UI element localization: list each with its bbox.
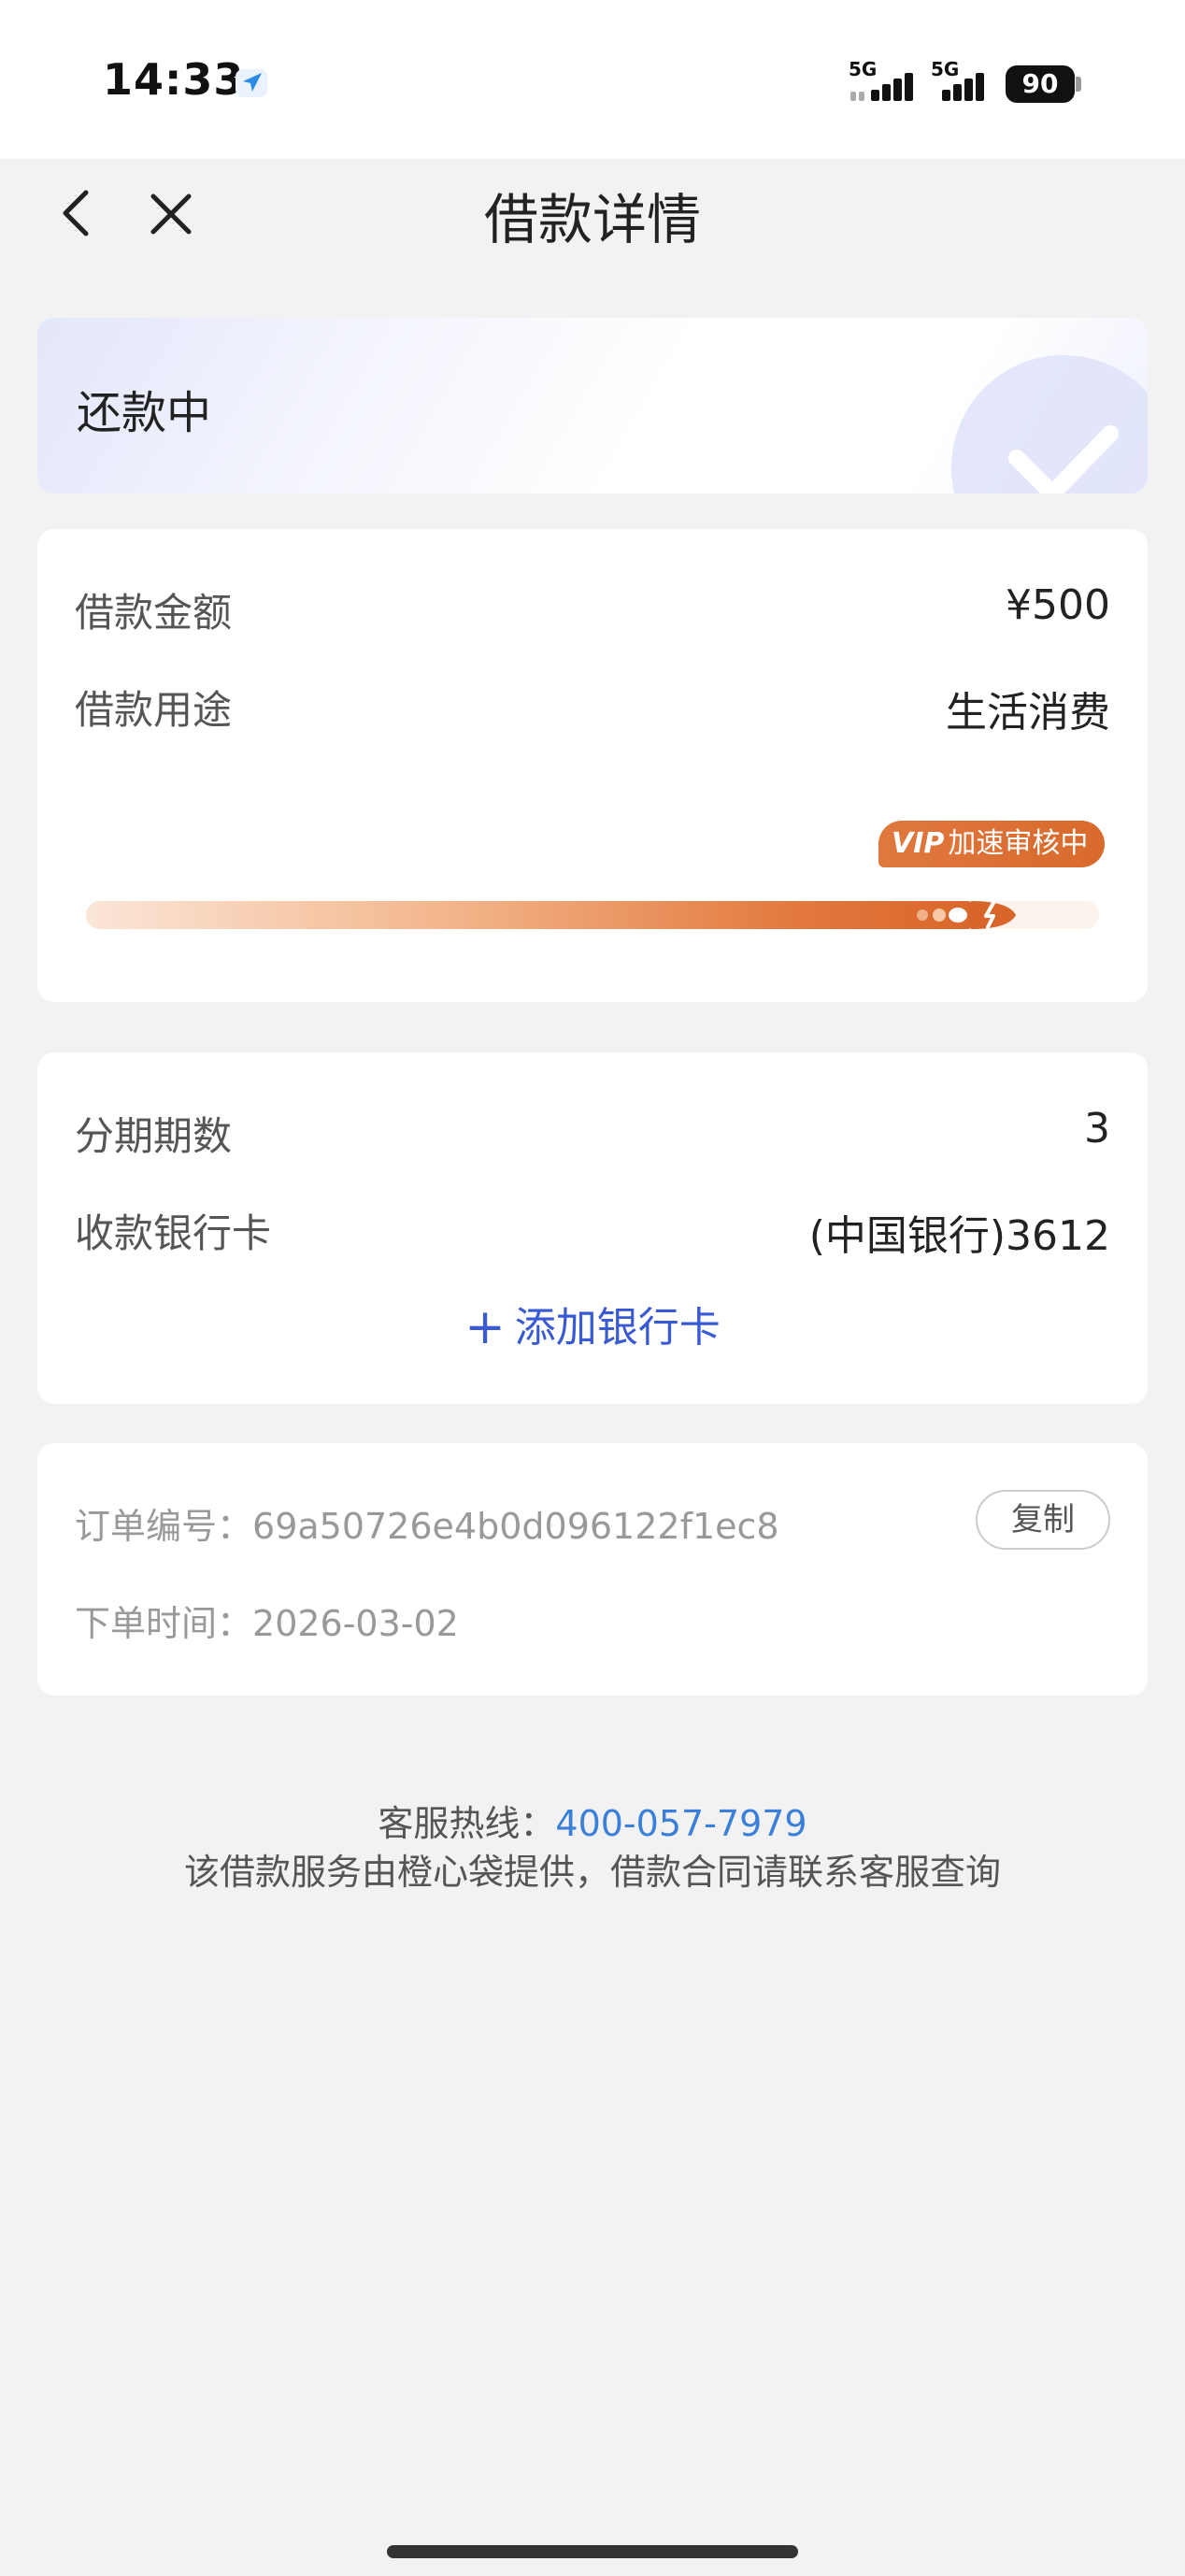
loan-purpose-label: 借款用途 bbox=[75, 687, 233, 733]
service-note: 该借款服务由橙心袋提供，借款合同请联系客服查询 bbox=[183, 1852, 1001, 1893]
page-title: 借款详情 bbox=[483, 188, 701, 251]
order-time-label: 下单时间： bbox=[75, 1603, 253, 1644]
vip-label: VIP bbox=[892, 827, 945, 860]
installments-label: 分期期数 bbox=[75, 1113, 233, 1159]
network-type-1: 5G bbox=[849, 58, 878, 80]
location-arrow-icon bbox=[236, 69, 267, 97]
installments-row: 分期期数 3 bbox=[75, 1105, 1110, 1161]
loan-purpose-value: 生活消费 bbox=[946, 689, 1110, 737]
vip-review-badge: VIP 加速审核中 bbox=[878, 821, 1106, 867]
loan-status-card: 还款中 bbox=[37, 318, 1148, 494]
add-bank-card-label: 添加银行卡 bbox=[514, 1304, 721, 1352]
signal-strength-2: 5G bbox=[925, 58, 1000, 105]
battery-icon bbox=[1076, 77, 1081, 92]
customer-hotline: 客服热线：400-057-7979 bbox=[0, 1795, 1185, 1846]
loan-amount-label: 借款金额 bbox=[75, 590, 233, 636]
check-circle-icon bbox=[951, 355, 1148, 494]
order-number-label: 订单编号： bbox=[75, 1506, 253, 1547]
loan-amount-value: ¥500 bbox=[1006, 581, 1110, 629]
battery-level: 90 bbox=[1006, 65, 1075, 103]
home-indicator[interactable] bbox=[387, 2545, 798, 2558]
bank-card-row[interactable]: 收款银行卡 (中国银行)3612 bbox=[75, 1202, 1110, 1260]
order-number-row: 订单编号：69a50726e4b0d096122f1ec8 bbox=[75, 1497, 779, 1549]
rocket-icon bbox=[917, 901, 1016, 929]
status-time: 14:33 bbox=[103, 54, 245, 105]
progress-fill bbox=[86, 901, 980, 929]
repayment-card: 分期期数 3 收款银行卡 (中国银行)3612 + 添加银行卡 bbox=[37, 1052, 1148, 1404]
order-time-row: 下单时间：2026-03-02 bbox=[75, 1595, 459, 1646]
hotline-label: 客服热线： bbox=[378, 1803, 556, 1844]
vip-status-text: 加速审核中 bbox=[948, 827, 1089, 860]
plus-icon: + bbox=[464, 1299, 506, 1355]
installments-value: 3 bbox=[1084, 1105, 1110, 1152]
order-info-card: 订单编号：69a50726e4b0d096122f1ec8 复制 下单时间：20… bbox=[37, 1443, 1148, 1696]
bank-card-value: (中国银行)3612 bbox=[808, 1212, 1110, 1260]
signal-strength-1: 5G bbox=[843, 58, 918, 105]
loan-info-card: 借款金额 ¥500 借款用途 生活消费 VIP 加速审核中 bbox=[37, 529, 1148, 1002]
bank-card-label: 收款银行卡 bbox=[75, 1210, 272, 1256]
loan-status-label: 还款中 bbox=[77, 387, 212, 439]
copy-button[interactable]: 复制 bbox=[976, 1490, 1110, 1550]
status-bar: 14:33 5G 5G 90 bbox=[0, 0, 1185, 159]
loan-purpose-row: 借款用途 生活消费 bbox=[75, 679, 1110, 737]
add-bank-card-button[interactable]: + 添加银行卡 bbox=[37, 1294, 1148, 1355]
network-type-2: 5G bbox=[931, 58, 960, 80]
order-time-value: 2026-03-02 bbox=[252, 1603, 459, 1644]
loan-amount-row: 借款金额 ¥500 bbox=[75, 581, 1110, 637]
hotline-number-link[interactable]: 400-057-7979 bbox=[555, 1803, 807, 1844]
order-number-value: 69a50726e4b0d096122f1ec8 bbox=[252, 1506, 779, 1547]
